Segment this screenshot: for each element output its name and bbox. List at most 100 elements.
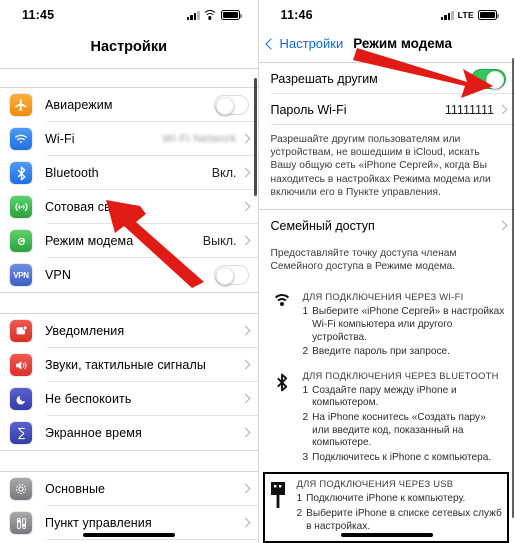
wifi-icon (202, 10, 218, 20)
scroll-indicator[interactable] (254, 78, 257, 196)
sidebar-item-notifications[interactable]: Уведомления (0, 314, 258, 348)
chevron-right-icon (240, 483, 250, 494)
sidebar-item-label: Не беспокоить (45, 392, 132, 406)
sidebar-item-bluetooth[interactable]: Bluetooth Вкл. (0, 156, 258, 190)
battery-icon (478, 10, 499, 20)
instruction-step: 2 Введите пароль при запросе. (303, 345, 506, 360)
usb-icon (267, 478, 289, 511)
sidebar-item-airplane-mode[interactable]: Авиарежим (0, 88, 258, 122)
sidebar-item-label: Экранное время (45, 426, 142, 440)
instruction-block-bluetooth: ДЛЯ ПОДКЛЮЧЕНИЯ ЧЕРЕЗ BLUETOOTH 1 Создай… (259, 363, 515, 469)
scroll-indicator[interactable] (511, 58, 514, 518)
sidebar-item-vpn[interactable]: VPN VPN (0, 258, 258, 292)
row-control (240, 393, 258, 404)
group-spacer (0, 293, 258, 313)
sidebar-item-general[interactable]: Основные (0, 472, 258, 506)
right-phone-screen: 11:46 LTE Настройки Режим модема Разреша… (258, 0, 515, 543)
row-control (240, 359, 258, 370)
cellular-icon (10, 196, 32, 218)
wifi-password-value: 11111111 (444, 102, 494, 117)
airplane-mode-toggle[interactable] (213, 95, 249, 115)
wifi-icon (271, 291, 293, 307)
screenshot-root: 11:45 Настройки Авиарежим Wi-Fi Wi-Fi Ne… (0, 0, 515, 543)
chevron-right-icon (240, 235, 250, 246)
home-indicator (340, 533, 433, 537)
do-not-disturb-icon (10, 388, 32, 410)
settings-group-connectivity: Авиарежим Wi-Fi Wi-Fi Network Bluetooth … (0, 88, 258, 292)
step-text: Создайте пару между iPhone и компьютером… (312, 384, 457, 409)
row-control: Вкл. (212, 166, 258, 180)
step-number: 1 (302, 306, 309, 318)
right-status-bar: 11:46 LTE (259, 0, 515, 30)
step-number: 3 (302, 451, 309, 463)
row-control: Выкл. (203, 234, 258, 248)
instruction-heading: ДЛЯ ПОДКЛЮЧЕНИЯ ЧЕРЕЗ WI-FI (302, 291, 464, 303)
sidebar-item-label: Уведомления (45, 324, 125, 338)
step-number: 2 (302, 411, 309, 423)
sidebar-item-personal-hotspot[interactable]: Режим модема Выкл. (0, 224, 258, 258)
chevron-right-icon (240, 359, 250, 370)
status-time: 11:45 (22, 8, 55, 22)
back-button[interactable]: Настройки (280, 36, 344, 51)
chevron-right-icon (240, 325, 250, 336)
bluetooth-status-value: Вкл. (211, 166, 237, 180)
chevron-left-icon[interactable] (264, 37, 277, 50)
hotspot-description: Разрешайте другим пользователям или устр… (270, 134, 491, 198)
row-control (240, 325, 258, 336)
instruction-heading: ДЛЯ ПОДКЛЮЧЕНИЯ ЧЕРЕЗ USB (296, 478, 454, 490)
allow-others-toggle[interactable] (471, 68, 506, 89)
sidebar-item-label: Режим модема (45, 234, 134, 248)
signal-bars-icon (440, 10, 454, 20)
home-indicator (82, 533, 175, 537)
row-control (240, 517, 258, 528)
sidebar-item-wifi[interactable]: Wi-Fi Wi-Fi Network (0, 122, 258, 156)
row-label: Пароль Wi-Fi (270, 102, 347, 117)
row-family-sharing[interactable]: Семейный доступ (259, 210, 515, 241)
group-spacer (0, 451, 258, 471)
sidebar-item-label: Звуки, тактильные сигналы (45, 358, 206, 372)
sidebar-item-label: Wi-Fi (45, 132, 75, 146)
instruction-step: 2 Выберите iPhone в списке сетевых служб… (297, 507, 504, 534)
left-status-bar: 11:45 (0, 0, 258, 30)
chevron-right-icon (240, 393, 250, 404)
step-text: Подключите iPhone к компьютеру. (306, 493, 466, 505)
wifi-network-value: Wi-Fi Network (162, 133, 237, 145)
family-sharing-description: Предоставляйте точку доступа членам Семе… (270, 248, 457, 273)
vpn-toggle[interactable] (213, 265, 249, 285)
wifi-icon (10, 128, 32, 150)
airplane-icon (10, 94, 32, 116)
step-number: 1 (296, 493, 303, 505)
sidebar-item-label: Сотовая связь (45, 200, 130, 214)
step-number: 2 (302, 346, 309, 358)
chevron-right-icon (240, 517, 250, 528)
sidebar-item-label: Пункт управления (45, 516, 152, 530)
sounds-icon (10, 354, 32, 376)
step-text: Выберите «iPhone Сергей» в настройках Wi… (312, 306, 505, 343)
hotspot-icon (10, 230, 32, 252)
instruction-step: 2 На iPhone коснитесь «Создать пару» или… (303, 411, 506, 451)
control-center-icon (10, 512, 32, 534)
battery-icon (220, 10, 242, 20)
row-allow-others[interactable]: Разрешать другим (259, 63, 515, 94)
hotspot-status-value: Выкл. (202, 234, 237, 248)
instruction-body: ДЛЯ ПОДКЛЮЧЕНИЯ ЧЕРЕЗ USB 1 Подключите i… (297, 478, 504, 534)
chevron-right-icon (240, 133, 250, 144)
vpn-icon: VPN (10, 264, 32, 286)
row-wifi-password[interactable]: Пароль Wi-Fi 11111111 (259, 94, 515, 125)
row-control (471, 68, 515, 89)
signal-bars-icon (186, 10, 200, 20)
status-time: 11:46 (280, 8, 313, 22)
bluetooth-icon (10, 162, 32, 184)
sidebar-item-screen-time[interactable]: Экранное время (0, 416, 258, 450)
instruction-step: 3 Подключитесь к iPhone с компьютера. (303, 451, 506, 466)
sidebar-item-do-not-disturb[interactable]: Не беспокоить (0, 382, 258, 416)
instruction-block-wifi: ДЛЯ ПОДКЛЮЧЕНИЯ ЧЕРЕЗ WI-FI 1 Выберите «… (259, 284, 515, 362)
row-control (240, 201, 258, 212)
navigation-bar: Настройки Режим модема (259, 30, 515, 62)
sidebar-item-sounds[interactable]: Звуки, тактильные сигналы (0, 348, 258, 382)
row-label: Семейный доступ (270, 218, 375, 233)
step-text: Выберите iPhone в списке сетевых служб в… (306, 507, 502, 532)
left-phone-screen: 11:45 Настройки Авиарежим Wi-Fi Wi-Fi Ne… (0, 0, 259, 543)
step-text: Подключитесь к iPhone с компьютера. (312, 451, 492, 463)
sidebar-item-cellular[interactable]: Сотовая связь (0, 190, 258, 224)
